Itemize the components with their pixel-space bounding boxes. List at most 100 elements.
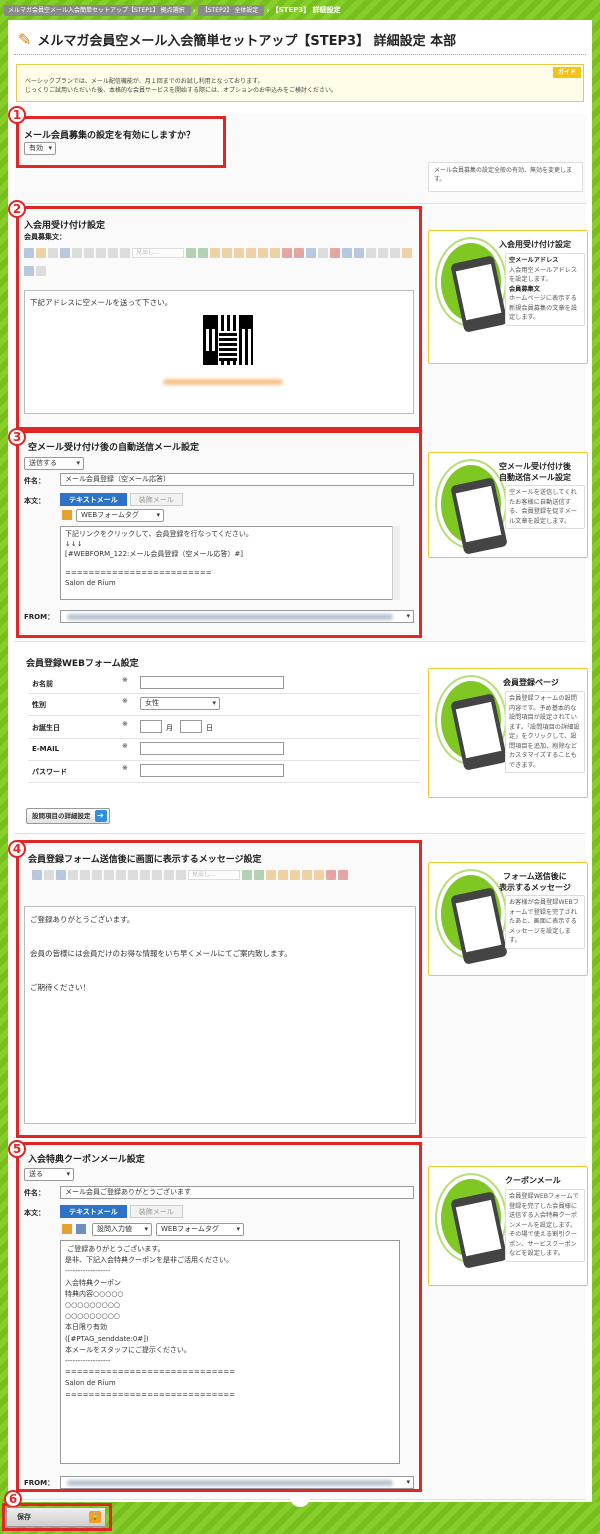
section4-title: 会員登録フォーム送信後に画面に表示するメッセージ設定 bbox=[28, 855, 262, 865]
enable-select[interactable]: 有効 bbox=[24, 142, 56, 155]
recruit-text-label: 会員募集文： bbox=[24, 233, 66, 241]
side-desc: お客様が会員登録WEBフォームで登録を完了されたあと、画面に表示するメッセージを… bbox=[505, 895, 585, 949]
gender-select[interactable]: 女性 bbox=[140, 697, 220, 710]
side-help-thanks: フォーム送信後に 表示するメッセージ お客様が会員登録WEBフォームで登録を完了… bbox=[428, 862, 588, 976]
body-label: 本文： bbox=[24, 497, 45, 505]
step-number-6: 6 bbox=[4, 1490, 22, 1508]
question-value-select[interactable]: 設問入力値 bbox=[92, 1223, 152, 1236]
birth-day-input[interactable] bbox=[180, 720, 202, 733]
send-select[interactable]: 送信する bbox=[24, 457, 84, 470]
side-h1: 空メールアドレス bbox=[509, 257, 559, 264]
step-number-5: 5 bbox=[8, 1140, 26, 1158]
side-title: 入会用受け付け設定 bbox=[499, 240, 571, 249]
side-h2: 会員募集文 bbox=[509, 285, 540, 293]
thanks-message-editor[interactable]: ご登録ありがとうございます。 会員の皆様には会員だけのお得な情報をいち早くメール… bbox=[24, 906, 416, 1124]
webform-title: 会員登録WEBフォーム設定 bbox=[26, 659, 139, 669]
body-label: 本文： bbox=[24, 1209, 45, 1217]
tab-text-mail[interactable]: テキストメール bbox=[60, 493, 127, 506]
subject-input[interactable]: メール会員登録（空メール応答） bbox=[60, 473, 414, 486]
password-input[interactable] bbox=[140, 764, 284, 777]
side-d2: ホームページに表示する新規会員募集の文章を設定します。 bbox=[509, 295, 578, 321]
phone-illustration bbox=[437, 1175, 508, 1269]
row-email-label: E-MAIL bbox=[32, 745, 60, 753]
tab-deco-mail[interactable]: 装飾メール bbox=[129, 1205, 183, 1218]
birth-month-input[interactable] bbox=[140, 720, 162, 733]
step-number-1: 1 bbox=[8, 106, 26, 124]
rich-editor-toolbar[interactable]: 見出し... bbox=[24, 248, 414, 282]
blurred-email bbox=[163, 379, 283, 385]
insert-icon[interactable] bbox=[62, 1224, 72, 1234]
side-title: フォーム送信後に 表示するメッセージ bbox=[499, 872, 571, 892]
qr-code bbox=[201, 313, 255, 367]
day-unit: 日 bbox=[206, 724, 213, 732]
page-header: ✎ メルマガ会員空メール入会簡単セットアップ【STEP3】 詳細設定 本部 bbox=[18, 30, 456, 49]
coupon-send-select[interactable]: 送る bbox=[24, 1168, 74, 1181]
row-divider bbox=[28, 760, 420, 761]
breadcrumb-step1[interactable]: メルマガ会員空メール入会簡単セットアップ【STEP1】 拠点選択 bbox=[4, 4, 191, 16]
pencil-icon: ✎ bbox=[18, 30, 32, 49]
question-detail-button[interactable]: 設問項目の詳細設定 ➔ bbox=[26, 808, 110, 824]
main-panel: ✎ メルマガ会員空メール入会簡単セットアップ【STEP3】 詳細設定 本部 ガイ… bbox=[8, 20, 592, 1502]
subject-label: 件名： bbox=[24, 477, 45, 485]
from-label: FROM： bbox=[24, 613, 55, 621]
guide-box: ガイド ベーシックプランでは、メール配信機能が、月１回までのお試し利用となってお… bbox=[16, 64, 584, 102]
side-desc: 空メールを送信してくれたお客様に自動送信する、会員登録を促すメール文章を設定しま… bbox=[505, 485, 585, 529]
breadcrumb-step2[interactable]: 【STEP2】 全体設定 bbox=[197, 4, 265, 16]
save-label: 保存 bbox=[17, 1513, 31, 1521]
tab-deco-mail[interactable]: 装飾メール bbox=[129, 493, 183, 506]
row-divider bbox=[28, 693, 420, 694]
side-title: クーポンメール bbox=[505, 1176, 561, 1185]
edit-icon[interactable] bbox=[76, 1224, 86, 1234]
row-birthday-label: お誕生日 bbox=[32, 724, 60, 732]
side-title: 空メール受け付け後 自動送信メール設定 bbox=[499, 462, 571, 482]
insert-icon[interactable] bbox=[62, 510, 72, 520]
coupon-subject-input[interactable]: メール会員ご登録ありがとうございます bbox=[60, 1186, 414, 1199]
question-detail-label: 設問項目の詳細設定 bbox=[32, 812, 91, 820]
heading-select[interactable]: 見出し... bbox=[132, 248, 184, 258]
row-divider bbox=[28, 782, 420, 783]
side-d1: 入会用空メールアドレスを設定します。 bbox=[509, 266, 578, 284]
step-number-3: 3 bbox=[8, 428, 26, 446]
from-select[interactable] bbox=[60, 610, 414, 623]
lock-icon: 🔒 bbox=[89, 1511, 101, 1523]
side-desc: 空メールアドレス 入会用空メールアドレスを設定します。 会員募集文 ホームページ… bbox=[505, 253, 585, 326]
section1-title: メール会員募集の設定を有効にしますか？ bbox=[24, 131, 196, 141]
required-mark: ※ bbox=[122, 742, 128, 750]
side-help-auto-reply: 空メール受け付け後 自動送信メール設定 空メールを送信してくれたお客様に自動送信… bbox=[428, 452, 588, 558]
section2-title: 入会用受け付け設定 bbox=[24, 221, 106, 231]
section3-title: 空メール受け付け後の自動送信メール設定 bbox=[28, 443, 200, 453]
message-line1: ご登録ありがとうございます。 bbox=[30, 915, 135, 924]
webform-tag-select[interactable]: WEBフォームタグ bbox=[156, 1223, 244, 1236]
required-mark: ※ bbox=[122, 720, 128, 728]
divider bbox=[14, 54, 586, 55]
webform-tag-select[interactable]: WEBフォームタグ bbox=[76, 509, 164, 522]
rich-editor-toolbar[interactable]: 見出し... bbox=[32, 870, 412, 882]
message-line2: 会員の皆様には会員だけのお得な情報をいち早くメールにてご案内致します。 bbox=[30, 949, 292, 958]
step-number-2: 2 bbox=[8, 200, 26, 218]
coupon-from-select[interactable] bbox=[60, 1476, 414, 1489]
phone-illustration bbox=[437, 239, 508, 333]
body-tabs: テキストメール 装飾メール bbox=[60, 1205, 183, 1218]
save-button[interactable]: 保存 🔒 bbox=[6, 1507, 106, 1527]
recruit-text-editor[interactable]: 下記アドレスに空メールを送って下さい。 bbox=[24, 290, 414, 414]
tab-text-mail[interactable]: テキストメール bbox=[60, 1205, 127, 1218]
breadcrumb: メルマガ会員空メール入会簡単セットアップ【STEP1】 拠点選択 › 【STEP… bbox=[4, 4, 341, 16]
side-title: 会員登録ページ bbox=[503, 678, 559, 687]
page-title: メルマガ会員空メール入会簡単セットアップ【STEP3】 詳細設定 本部 bbox=[37, 34, 457, 49]
scrollbar[interactable] bbox=[392, 526, 400, 600]
coupon-body-textarea[interactable]: ご登録ありがとうございます。 是非、下記入会特典クーポンを是非ご活用ください。 … bbox=[60, 1240, 400, 1464]
heading-select[interactable]: 見出し... bbox=[188, 870, 240, 880]
side-help-coupon: クーポンメール 会員登録WEBフォームで登録を完了した会員様に送信する入会特典ク… bbox=[428, 1166, 588, 1286]
month-unit: 月 bbox=[166, 724, 173, 732]
breadcrumb-step3: 【STEP3】 詳細設定 bbox=[271, 6, 341, 14]
email-input[interactable] bbox=[140, 742, 284, 755]
body-textarea[interactable]: 下記リンクをクリックして、会員登録を行なってください。 ↓↓↓ [#WEBFOR… bbox=[60, 526, 400, 600]
arrow-right-icon: ➔ bbox=[94, 810, 107, 822]
body-tabs: テキストメール 装飾メール bbox=[60, 493, 183, 506]
editor-line: 下記アドレスに空メールを送って下さい。 bbox=[30, 298, 173, 307]
name-input[interactable] bbox=[140, 676, 284, 689]
guide-line2: じっくりご試用いただいた後、本格的な会員サービスを開始する際には、オプションのお… bbox=[25, 87, 338, 94]
row-name-label: お名前 bbox=[32, 680, 53, 688]
message-line3: ご期待ください！ bbox=[30, 983, 90, 992]
chevron-right-icon: › bbox=[192, 5, 196, 15]
